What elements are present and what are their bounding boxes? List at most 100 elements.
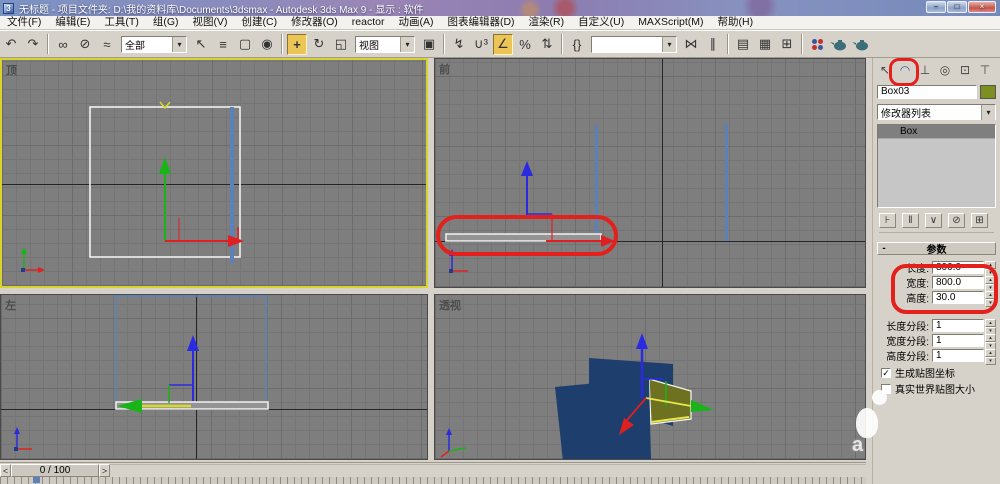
menu-customize[interactable]: 自定义(U) <box>571 16 631 29</box>
window-crossing-icon[interactable]: ◉ <box>257 34 277 55</box>
time-slider-track[interactable] <box>110 463 866 477</box>
length-field[interactable]: 800.0 <box>932 261 984 274</box>
unlink-selection-icon[interactable]: ⊘ <box>75 34 95 55</box>
menu-rendering[interactable]: 渲染(R) <box>522 16 572 29</box>
curve-editor-icon[interactable]: ▦ <box>755 34 775 55</box>
schematic-view-icon[interactable]: ⊞ <box>777 34 797 55</box>
tab-utilities-icon[interactable]: ⊤ <box>975 60 995 80</box>
dropdown-arrow-icon[interactable]: ▾ <box>662 36 676 52</box>
selection-filter-dropdown[interactable]: 全部 ▾ <box>121 35 187 53</box>
use-center-icon[interactable]: ▣ <box>419 34 439 55</box>
length-segs-field[interactable]: 1 <box>932 319 984 332</box>
rect-selection-region-icon[interactable]: ▢ <box>235 34 255 55</box>
spinner-up-icon[interactable]: ▴ <box>985 334 996 342</box>
spinner-down-icon[interactable]: ▾ <box>985 357 996 365</box>
named-selection-sets-icon[interactable]: {} <box>567 34 587 55</box>
width-segs-spinner[interactable]: ▴ ▾ <box>985 334 996 350</box>
angle-snap-icon[interactable]: ∠ <box>493 33 513 55</box>
frame-marker[interactable] <box>33 477 40 483</box>
snaps-toggle-icon[interactable]: ∪³ <box>471 34 491 55</box>
select-object-icon[interactable]: ↖ <box>191 34 211 55</box>
time-slider-button[interactable]: 0 / 100 <box>11 463 99 477</box>
menu-help[interactable]: 帮助(H) <box>711 16 761 29</box>
pin-stack-icon[interactable]: ⊦ <box>879 213 896 228</box>
viewport-perspective[interactable]: 透视 <box>434 294 866 460</box>
menu-create[interactable]: 创建(C) <box>235 16 285 29</box>
dropdown-arrow-icon[interactable]: ▾ <box>172 36 186 52</box>
height-segs-field[interactable]: 1 <box>932 349 984 362</box>
object-name-field[interactable]: Box03 <box>877 85 977 99</box>
menu-graph-editors[interactable]: 图表编辑器(D) <box>440 16 521 29</box>
bind-spacewarp-icon[interactable]: ≈ <box>97 34 117 55</box>
configure-modifier-sets-icon[interactable]: ⊞ <box>971 213 988 228</box>
menu-file[interactable]: 文件(F) <box>0 16 48 29</box>
height-segs-spinner[interactable]: ▴ ▾ <box>985 349 996 365</box>
close-button[interactable]: × <box>968 1 996 13</box>
modifier-list-dropdown[interactable]: 修改器列表 ▾ <box>877 104 996 120</box>
viewport-top[interactable]: 顶 <box>0 58 428 288</box>
menu-group[interactable]: 组(G) <box>146 16 186 29</box>
layer-manager-icon[interactable]: ▤ <box>733 34 753 55</box>
menu-reactor[interactable]: reactor <box>345 16 392 29</box>
length-spinner[interactable]: ▴ ▾ <box>985 261 996 277</box>
spinner-up-icon[interactable]: ▴ <box>985 276 996 284</box>
menu-edit[interactable]: 编辑(E) <box>48 16 97 29</box>
tab-motion-icon[interactable]: ◎ <box>935 60 955 80</box>
select-link-icon[interactable]: ∞ <box>53 34 73 55</box>
menu-views[interactable]: 视图(V) <box>186 16 235 29</box>
show-end-result-icon[interactable]: ‖ <box>902 213 919 228</box>
spinner-up-icon[interactable]: ▴ <box>985 319 996 327</box>
select-manipulate-icon[interactable]: ↯ <box>449 34 469 55</box>
length-segs-spinner[interactable]: ▴ ▾ <box>985 319 996 335</box>
select-rotate-icon[interactable]: ↻ <box>309 34 329 55</box>
render-setup-icon[interactable] <box>829 34 849 55</box>
menu-maxscript[interactable]: MAXScript(M) <box>631 16 710 29</box>
viewport-front[interactable]: 前 <box>434 58 866 288</box>
generate-mapping-checkbox[interactable]: ✓ <box>881 367 891 378</box>
spinner-up-icon[interactable]: ▴ <box>985 349 996 357</box>
real-world-map-checkbox[interactable] <box>881 383 891 394</box>
plane-object-front[interactable] <box>555 378 651 460</box>
dropdown-arrow-icon[interactable]: ▾ <box>981 104 995 120</box>
tab-hierarchy-icon[interactable]: ⊥ <box>915 60 935 80</box>
viewport-top-label[interactable]: 顶 <box>6 62 17 78</box>
width-field[interactable]: 800.0 <box>932 276 984 289</box>
dropdown-arrow-icon[interactable]: ▾ <box>400 36 414 52</box>
tab-display-icon[interactable]: ⊡ <box>955 60 975 80</box>
plane-object-edge[interactable] <box>595 125 598 241</box>
stack-item-box[interactable]: Box <box>878 125 995 139</box>
align-icon[interactable]: ∥ <box>703 34 723 55</box>
make-unique-icon[interactable]: ∨ <box>925 213 942 228</box>
next-frame-button[interactable]: > <box>99 463 110 477</box>
viewport-perspective-label[interactable]: 透视 <box>439 297 461 313</box>
width-segs-field[interactable]: 1 <box>932 334 984 347</box>
tab-modify-icon[interactable]: ◠ <box>895 60 915 80</box>
viewport-left[interactable]: 左 <box>0 294 428 460</box>
material-editor-icon[interactable] <box>807 34 827 55</box>
width-spinner[interactable]: ▴ ▾ <box>985 276 996 292</box>
menu-modifiers[interactable]: 修改器(O) <box>284 16 345 29</box>
spinner-up-icon[interactable]: ▴ <box>985 291 996 299</box>
undo-icon[interactable]: ↶ <box>1 34 21 55</box>
prev-frame-button[interactable]: < <box>0 463 11 477</box>
menu-tools[interactable]: 工具(T) <box>97 16 145 29</box>
mirror-icon[interactable]: ⋈ <box>681 34 701 55</box>
menu-animation[interactable]: 动画(A) <box>391 16 440 29</box>
select-scale-icon[interactable]: ◱ <box>331 34 351 55</box>
object-color-swatch[interactable] <box>980 85 996 99</box>
named-sets-dropdown[interactable]: ▾ <box>591 35 677 53</box>
viewport-left-label[interactable]: 左 <box>5 297 16 313</box>
plane-object-edge[interactable] <box>725 124 728 241</box>
spinner-up-icon[interactable]: ▴ <box>985 261 996 269</box>
spinner-down-icon[interactable]: ▾ <box>985 299 996 307</box>
box-object-front-view[interactable] <box>445 233 602 242</box>
height-spinner[interactable]: ▴ ▾ <box>985 291 996 307</box>
parameters-rollout-header[interactable]: - 参数 <box>877 242 996 256</box>
minimize-button[interactable]: − <box>926 1 946 13</box>
select-by-name-icon[interactable]: ≡ <box>213 34 233 55</box>
viewport-front-label[interactable]: 前 <box>439 61 450 77</box>
select-move-icon[interactable]: + <box>287 33 307 55</box>
redo-icon[interactable]: ↷ <box>23 34 43 55</box>
quick-render-icon[interactable] <box>851 34 871 55</box>
spinner-snap-icon[interactable]: ⇅ <box>537 34 557 55</box>
